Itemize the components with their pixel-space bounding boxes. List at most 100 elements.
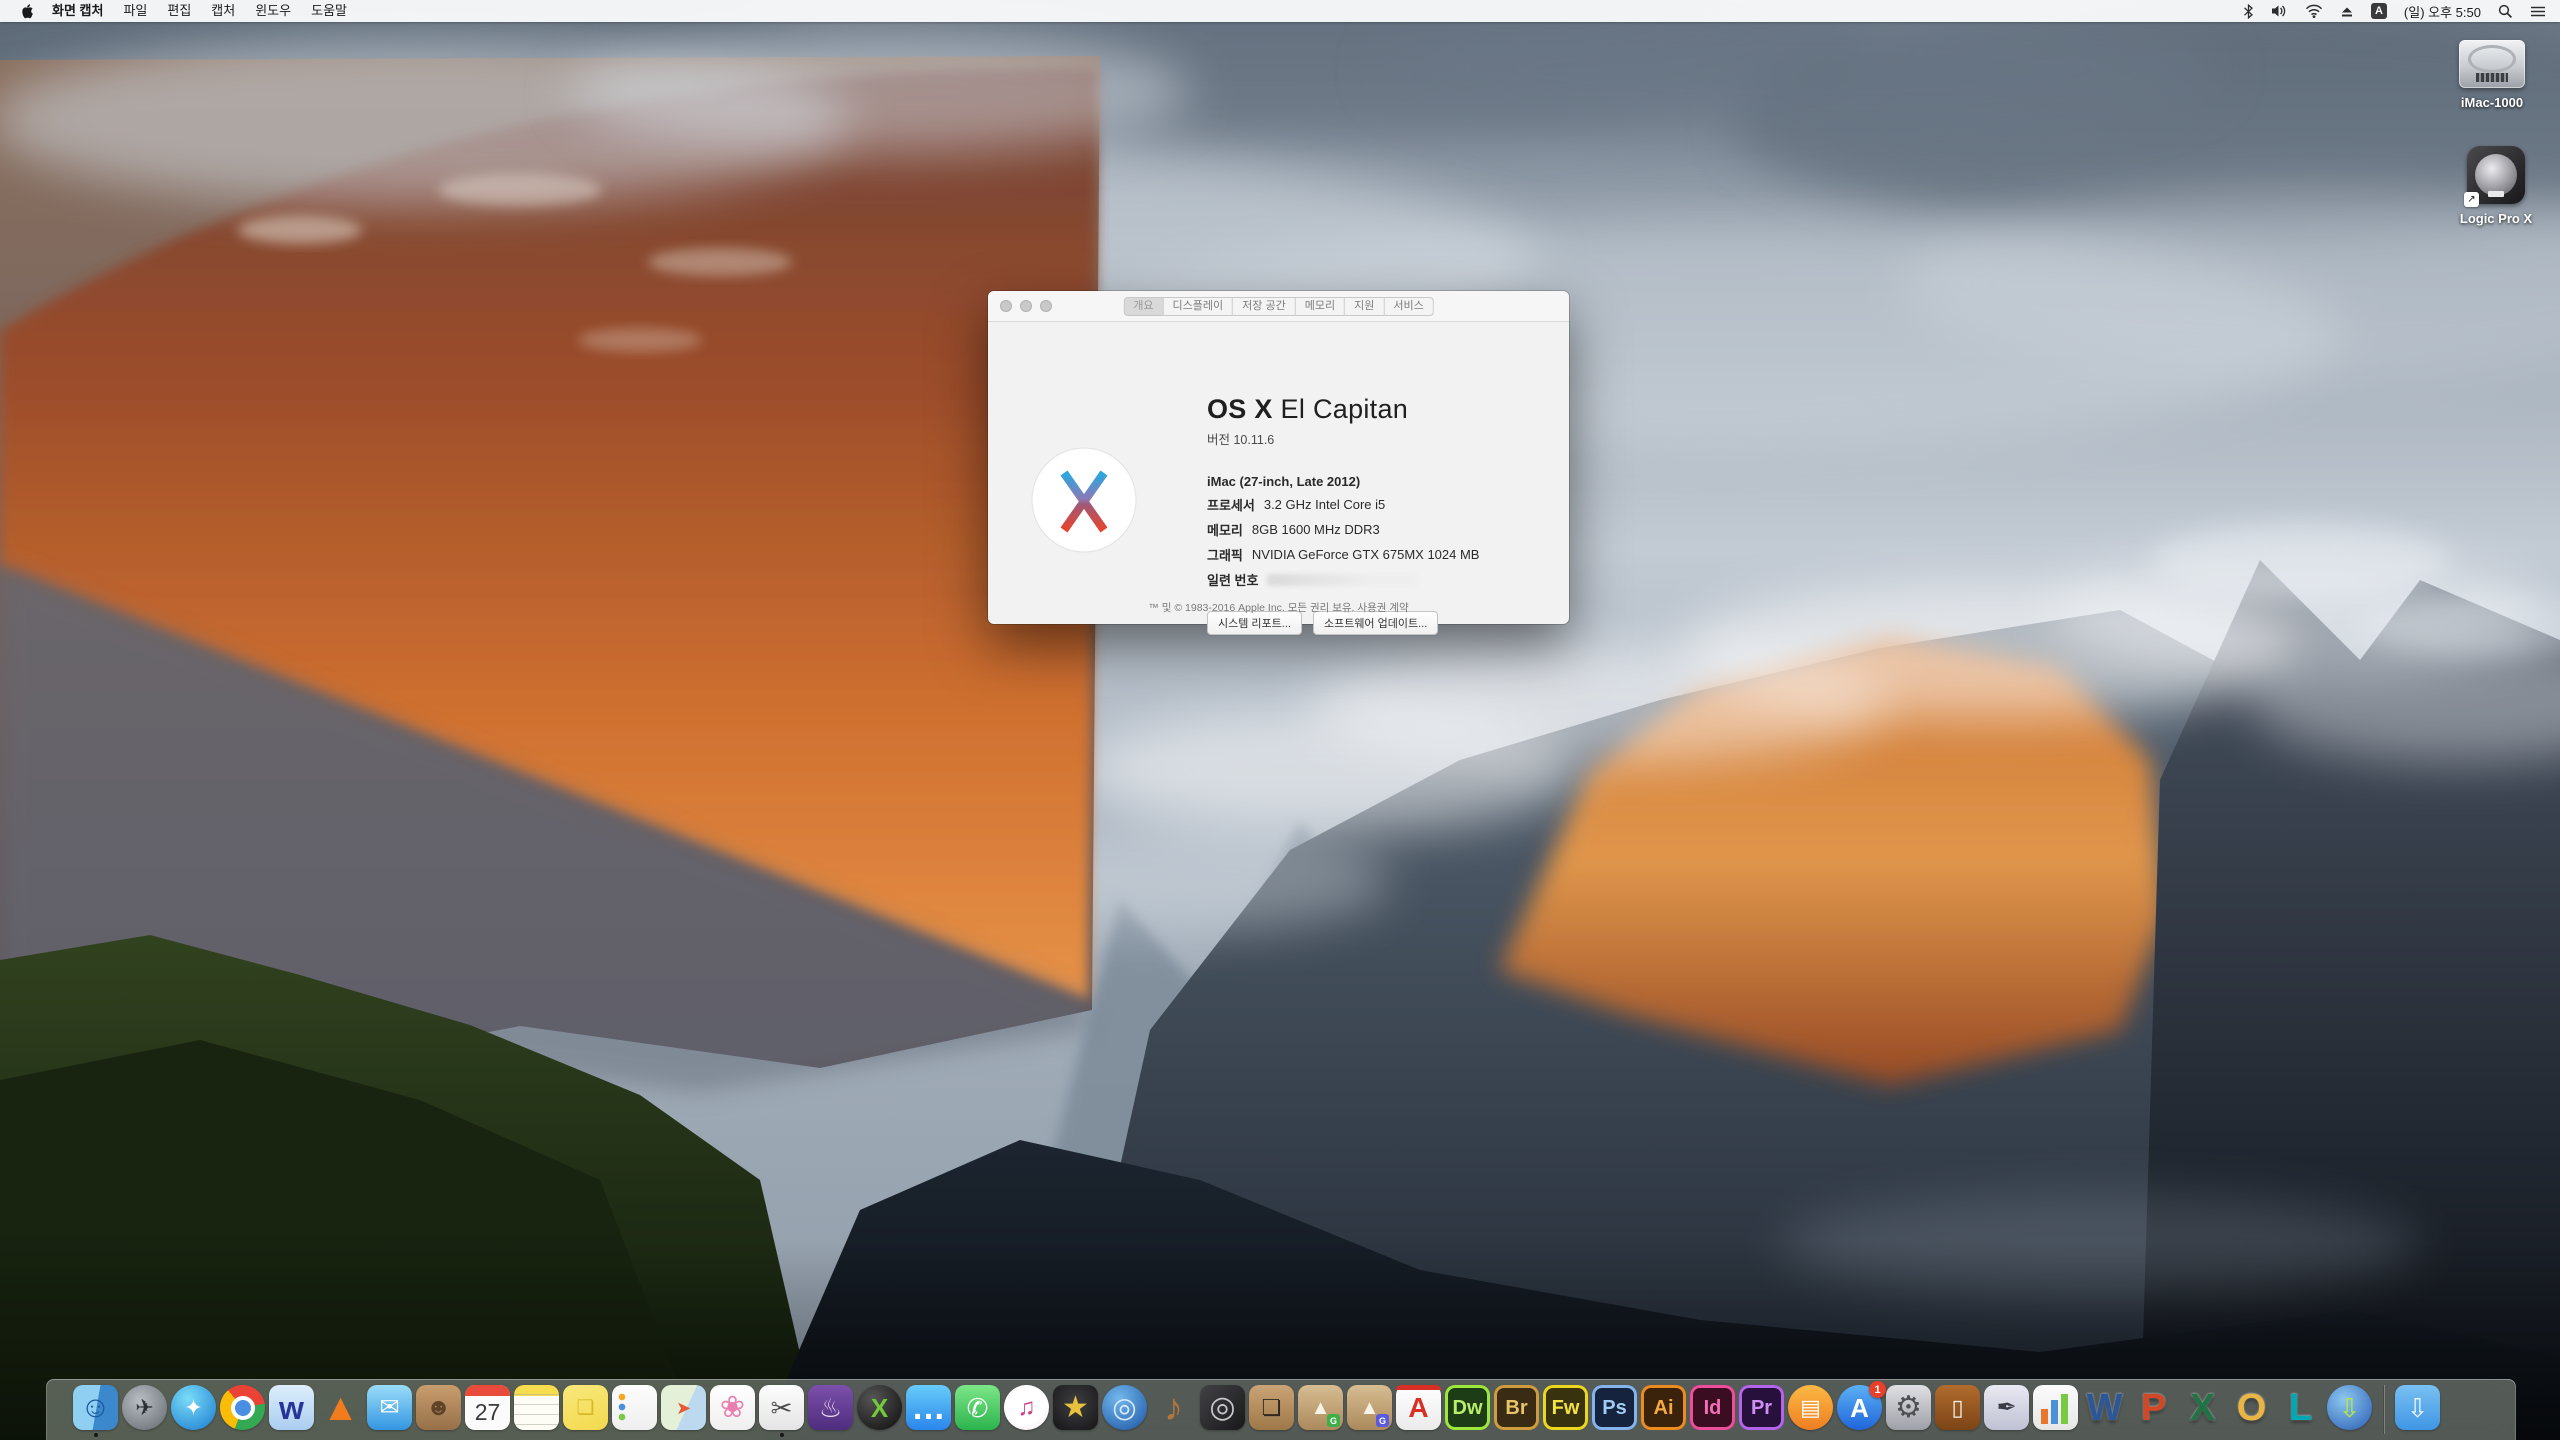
wifi-icon[interactable] [2305,4,2323,18]
close-button[interactable] [1000,300,1012,312]
tab-지원[interactable]: 지원 [1345,297,1384,316]
garageband-icon: ♪ [1151,1385,1196,1430]
dock-item-dvd-player[interactable]: ◎ [1102,1385,1147,1438]
mail-icon: ✉ [367,1385,412,1430]
dock-item-calendar[interactable]: 27 [465,1385,510,1438]
menu-도움말[interactable]: 도움말 [301,0,357,22]
w-globe-web-app-glyph: w [279,1392,304,1424]
tab-메모리[interactable]: 메모리 [1296,297,1345,316]
dock-item-stuffit-dropstuff[interactable]: ▲G [1347,1385,1392,1438]
dock-item-photo-pinboard[interactable]: ❏ [1249,1385,1294,1438]
spotlight-icon[interactable] [2498,4,2513,19]
outlook-glyph: O [2237,1389,2267,1427]
tab-디스플레이[interactable]: 디스플레이 [1164,297,1234,316]
notification-center-icon[interactable] [2530,5,2546,18]
dock-item-facetime[interactable]: ✆ [955,1385,1000,1438]
volume-icon[interactable] [2271,4,2288,18]
dock-item-itunes[interactable]: ♫ [1004,1385,1049,1438]
eject-icon[interactable] [2340,5,2354,18]
ibooks-icon: ▤ [1788,1385,1833,1430]
input-source-korean-icon[interactable]: A [2371,3,2387,19]
dock-item-ibooks[interactable]: ▤ [1788,1385,1833,1438]
dock-item-system-preferences[interactable]: ⚙ [1886,1385,1931,1438]
dock-item-fireworks[interactable]: Fw [1543,1385,1588,1438]
word-glyph: W [2087,1389,2123,1427]
menu-clock[interactable]: (일) 오후 5:50 [2404,2,2481,21]
screen-capture-grab-running-indicator [780,1433,784,1437]
dock-item-photoshop[interactable]: Ps [1592,1385,1637,1438]
menu-파일[interactable]: 파일 [113,0,157,22]
mac-model: iMac (27-inch, Late 2012) [1207,474,1552,489]
dock-item-vlc[interactable]: ▲ [318,1385,363,1438]
screen-capture-grab-icon: ✂ [759,1385,804,1430]
word-icon: W [2082,1385,2127,1430]
dock-item-mail[interactable]: ✉ [367,1385,412,1438]
dock-item-w-globe-web-app[interactable]: w [269,1385,314,1438]
desktop-icon-logic-pro-x[interactable]: ↗ Logic Pro X [2438,146,2554,226]
dock-item-imovie[interactable]: ★ [1053,1385,1098,1438]
desktop-icon-imac-1000[interactable]: iMac-1000 [2434,40,2550,110]
dock-item-word[interactable]: W [2082,1385,2127,1438]
dock-item-downloads-folder[interactable]: ⇩ [2395,1385,2440,1438]
menu-화면 캡처[interactable]: 화면 캡처 [42,0,113,22]
dock-item-dreamweaver[interactable]: Dw [1445,1385,1490,1438]
dock-item-finder[interactable]: ☺ [73,1385,118,1438]
dock-item-outlook[interactable]: O [2229,1385,2274,1438]
dock-item-illustrator[interactable]: Ai [1641,1385,1686,1438]
launchpad-glyph: ✈ [135,1397,153,1419]
serial-number-redacted [1267,574,1417,586]
zoom-button[interactable] [1040,300,1052,312]
dock-item-stickies[interactable]: ❏ [563,1385,608,1438]
dock-item-bridge[interactable]: Br [1494,1385,1539,1438]
menu-윈도우[interactable]: 윈도우 [245,0,301,22]
dock-item-maps[interactable]: ➤ [661,1385,706,1438]
apple-menu[interactable] [12,3,42,19]
dock-item-photos[interactable]: ❀ [710,1385,755,1438]
dock-item-powerpoint[interactable]: P [2131,1385,2176,1438]
dock-item-notes[interactable] [514,1385,559,1438]
dock-item-numbers[interactable] [2033,1385,2078,1438]
tab-개요[interactable]: 개요 [1123,297,1163,316]
dock-item-acrobat-reader[interactable]: A [1396,1385,1441,1438]
minimize-button[interactable] [1020,300,1032,312]
logic-pro-glyph: ◎ [1209,1393,1235,1423]
dock-item-premiere[interactable]: Pr [1739,1385,1784,1438]
dock-item-excel[interactable]: X [2180,1385,2225,1438]
illustrator-glyph: Ai [1654,1398,1674,1418]
dock-item-x-sphere-game[interactable]: X [857,1385,902,1438]
dock-item-internet-downloader[interactable]: ⇩ [2327,1385,2372,1438]
bluetooth-icon[interactable] [2243,4,2254,19]
window-title-bar[interactable]: 개요디스플레이저장 공간메모리지원서비스 [988,291,1569,322]
alias-arrow-icon: ↗ [2464,192,2479,207]
stuffit-expander-icon: ▲G [1298,1385,1343,1430]
spec-label: 메모리 [1207,520,1243,539]
dock-item-screen-capture-grab[interactable]: ✂ [759,1385,804,1438]
dock-item-messages[interactable]: … [906,1385,951,1438]
dock-item-stuffit-expander[interactable]: ▲G [1298,1385,1343,1438]
tab-저장 공간[interactable]: 저장 공간 [1233,297,1296,316]
dock-item-trash[interactable] [2444,1385,2489,1438]
dock-item-contacts[interactable]: ☻ [416,1385,461,1438]
dock-item-garageband[interactable]: ♪ [1151,1385,1196,1438]
dock-item-safari[interactable]: ✦ [171,1385,216,1438]
dock-item-reminders[interactable] [612,1385,657,1438]
license-agreement-link[interactable]: 사용권 계약 [1357,602,1408,614]
lync-glyph: L [2289,1389,2312,1427]
photo-pinboard-glyph: ❏ [1262,1397,1282,1419]
dock-item-lync[interactable]: L [2278,1385,2323,1438]
dock-item-launchpad[interactable]: ✈ [122,1385,167,1438]
dock-item-keynote[interactable]: ▯ [1935,1385,1980,1438]
dock-item-toast-titanium[interactable]: ♨ [808,1385,853,1438]
dock-item-logic-pro[interactable]: ◎ [1200,1385,1245,1438]
menu-캡처[interactable]: 캡처 [201,0,245,22]
excel-glyph: X [2190,1389,2215,1427]
dock-item-indesign[interactable]: Id [1690,1385,1735,1438]
dock-item-app-store[interactable]: A1 [1837,1385,1882,1438]
tab-서비스[interactable]: 서비스 [1384,297,1433,316]
dock-item-chrome[interactable] [220,1385,265,1438]
about-this-mac-window: 개요디스플레이저장 공간메모리지원서비스 OS X El Capitan 버전 … [988,291,1569,624]
dock-item-pages[interactable]: ✒ [1984,1385,2029,1438]
contacts-icon: ☻ [416,1385,461,1430]
vlc-icon: ▲ [318,1385,363,1430]
menu-편집[interactable]: 편집 [157,0,201,22]
